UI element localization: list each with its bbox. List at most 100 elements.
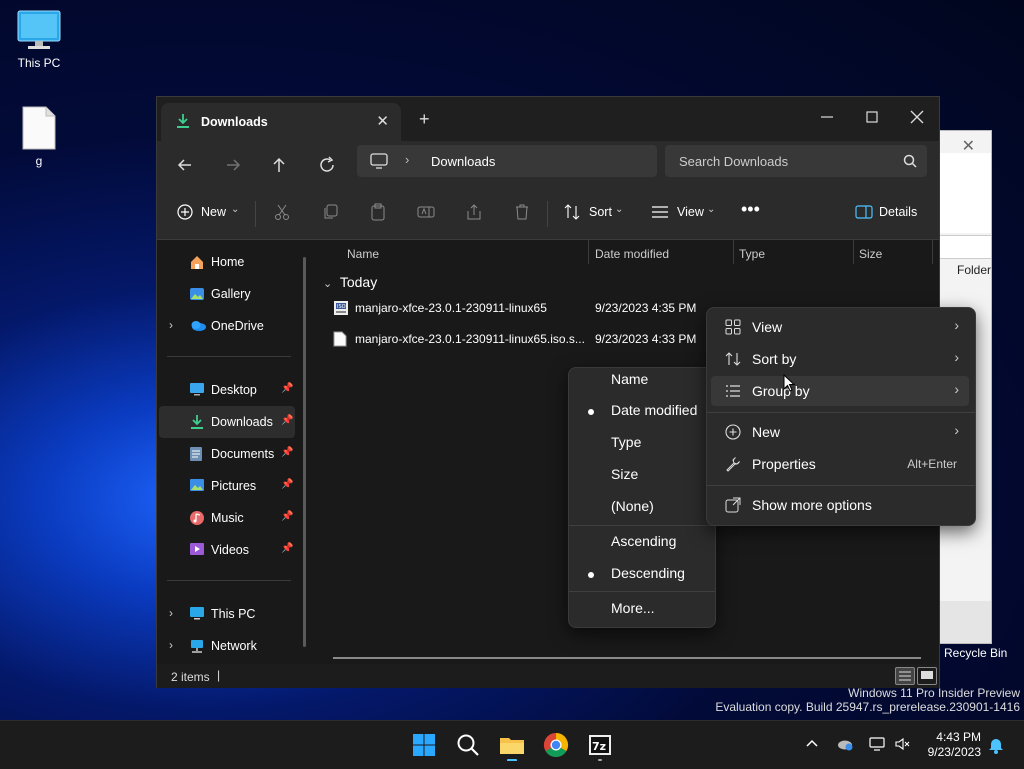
sort-option-name[interactable]: Name <box>573 365 709 395</box>
file-explorer-icon[interactable] <box>496 729 528 761</box>
large-icons-view-icon[interactable] <box>917 667 937 685</box>
notification-bell-icon[interactable] <box>988 736 1004 754</box>
file-row[interactable]: manjaro-xfce-23.0.1-230911-linux65.iso.s… <box>331 325 731 353</box>
chevron-right-icon[interactable]: › <box>169 606 173 620</box>
cut-icon[interactable] <box>273 203 291 221</box>
documents-icon <box>189 446 203 462</box>
nav-item-this-pc[interactable]: › This PC <box>159 598 295 630</box>
rename-icon[interactable] <box>417 203 435 221</box>
volume-muted-icon[interactable] <box>894 736 912 752</box>
taskbar: 7z 4:43 PM 9/23/2023 <box>0 720 1024 769</box>
background-window-band <box>939 153 991 233</box>
desktop-icon-this-pc[interactable]: This PC <box>4 10 74 70</box>
column-header-size[interactable]: Size <box>859 247 882 261</box>
back-arrow-icon[interactable] <box>173 153 197 177</box>
nav-scrollbar[interactable] <box>303 257 306 647</box>
pin-icon[interactable]: 📌 <box>281 479 293 490</box>
nav-item-videos[interactable]: Videos 📌 <box>159 534 295 566</box>
minimize-icon[interactable] <box>812 105 842 129</box>
pin-icon[interactable]: 📌 <box>281 511 293 522</box>
column-divider[interactable] <box>588 240 589 264</box>
close-icon[interactable] <box>902 105 932 129</box>
details-view-icon[interactable] <box>895 667 915 685</box>
file-row[interactable]: ISO manjaro-xfce-23.0.1-230911-linux65 9… <box>331 294 731 322</box>
menu-divider <box>707 412 975 413</box>
tab-downloads[interactable]: Downloads ✕ <box>161 103 401 141</box>
pin-icon[interactable]: 📌 <box>281 447 293 458</box>
address-field[interactable]: › Downloads <box>357 145 657 177</box>
chevron-right-icon[interactable]: › <box>169 638 173 652</box>
nav-divider <box>167 580 291 581</box>
background-window-lower <box>939 601 991 643</box>
sort-option-size[interactable]: Size <box>573 460 709 490</box>
nav-item-network[interactable]: › Network <box>159 630 295 662</box>
search-input[interactable]: Search Downloads <box>665 145 927 177</box>
system-clock[interactable]: 4:43 PM 9/23/2023 <box>928 730 981 760</box>
column-divider[interactable] <box>733 240 734 264</box>
sort-option-none[interactable]: (None) <box>573 492 709 522</box>
up-arrow-icon[interactable] <box>267 153 291 177</box>
column-header-name[interactable]: Name <box>347 247 379 261</box>
sort-option-label: Descending <box>611 565 685 581</box>
forward-arrow-icon[interactable] <box>221 153 245 177</box>
nav-item-music[interactable]: Music 📌 <box>159 502 295 534</box>
recycle-bin-label[interactable]: Recycle Bin <box>944 646 1007 660</box>
menu-item-sort-by[interactable]: Sort by › <box>711 344 969 374</box>
close-tab-icon[interactable]: ✕ <box>376 112 389 130</box>
file-date: 9/23/2023 4:35 PM <box>595 301 697 315</box>
sort-option-type[interactable]: Type <box>573 428 709 458</box>
new-button-label: New <box>201 205 227 219</box>
chevron-up-icon[interactable] <box>804 736 820 752</box>
new-tab-icon[interactable]: + <box>419 109 430 130</box>
menu-item-show-more-options[interactable]: Show more options <box>711 490 969 520</box>
column-header-type[interactable]: Type <box>739 247 765 261</box>
paste-icon[interactable] <box>369 203 387 221</box>
pin-icon[interactable]: 📌 <box>281 383 293 394</box>
start-windows-icon[interactable] <box>408 729 440 761</box>
chrome-icon[interactable] <box>540 729 572 761</box>
group-header-today[interactable]: ⌄ Today <box>323 274 377 290</box>
chevron-right-icon[interactable]: › <box>405 152 409 167</box>
delete-icon[interactable] <box>513 203 531 221</box>
chevron-right-icon[interactable]: › <box>169 318 173 332</box>
column-divider[interactable] <box>932 240 933 264</box>
nav-item-downloads[interactable]: Downloads 📌 <box>159 406 295 438</box>
desktop-icon-file-g[interactable]: g <box>4 106 74 168</box>
plus-circle-icon <box>177 204 193 220</box>
menu-item-view[interactable]: View › <box>711 312 969 342</box>
sort-option-more[interactable]: More... <box>573 594 709 624</box>
menu-item-group-by[interactable]: Group by › <box>711 376 969 406</box>
network-icon[interactable] <box>868 736 886 752</box>
sort-option-ascending[interactable]: Ascending <box>573 527 709 557</box>
breadcrumb-current[interactable]: Downloads <box>431 154 495 169</box>
menu-item-new[interactable]: New › <box>711 417 969 447</box>
horizontal-scrollbar[interactable] <box>333 657 921 659</box>
sort-option-date-modified[interactable]: Date modified <box>573 396 709 426</box>
refresh-icon[interactable] <box>315 153 339 177</box>
copy-icon[interactable] <box>321 203 339 221</box>
nav-item-gallery[interactable]: Gallery <box>159 278 295 310</box>
nav-item-documents[interactable]: Documents 📌 <box>159 438 295 470</box>
search-icon[interactable] <box>452 729 484 761</box>
share-icon[interactable] <box>465 203 483 221</box>
sort-option-descending[interactable]: Descending <box>573 559 709 589</box>
column-divider[interactable] <box>853 240 854 264</box>
nav-item-onedrive[interactable]: › OneDrive <box>159 310 295 342</box>
nav-item-home[interactable]: Home <box>159 246 295 278</box>
file-icon <box>333 331 347 347</box>
list-icon <box>725 383 741 399</box>
maximize-icon[interactable] <box>857 105 887 129</box>
more-options-icon[interactable]: ••• <box>741 199 760 220</box>
selected-bullet-icon <box>588 409 594 415</box>
onedrive-status-icon[interactable] <box>836 736 854 752</box>
close-icon[interactable]: ✕ <box>962 136 975 156</box>
menu-item-properties[interactable]: Properties Alt+Enter <box>711 449 969 479</box>
pictures-icon <box>189 478 205 492</box>
nav-item-pictures[interactable]: Pictures 📌 <box>159 470 295 502</box>
column-header-date[interactable]: Date modified <box>595 247 669 261</box>
pin-icon[interactable]: 📌 <box>281 415 293 426</box>
status-separator: | <box>217 668 221 682</box>
7zip-icon[interactable]: 7z <box>584 729 616 761</box>
nav-item-desktop[interactable]: Desktop 📌 <box>159 374 295 406</box>
pin-icon[interactable]: 📌 <box>281 543 293 554</box>
